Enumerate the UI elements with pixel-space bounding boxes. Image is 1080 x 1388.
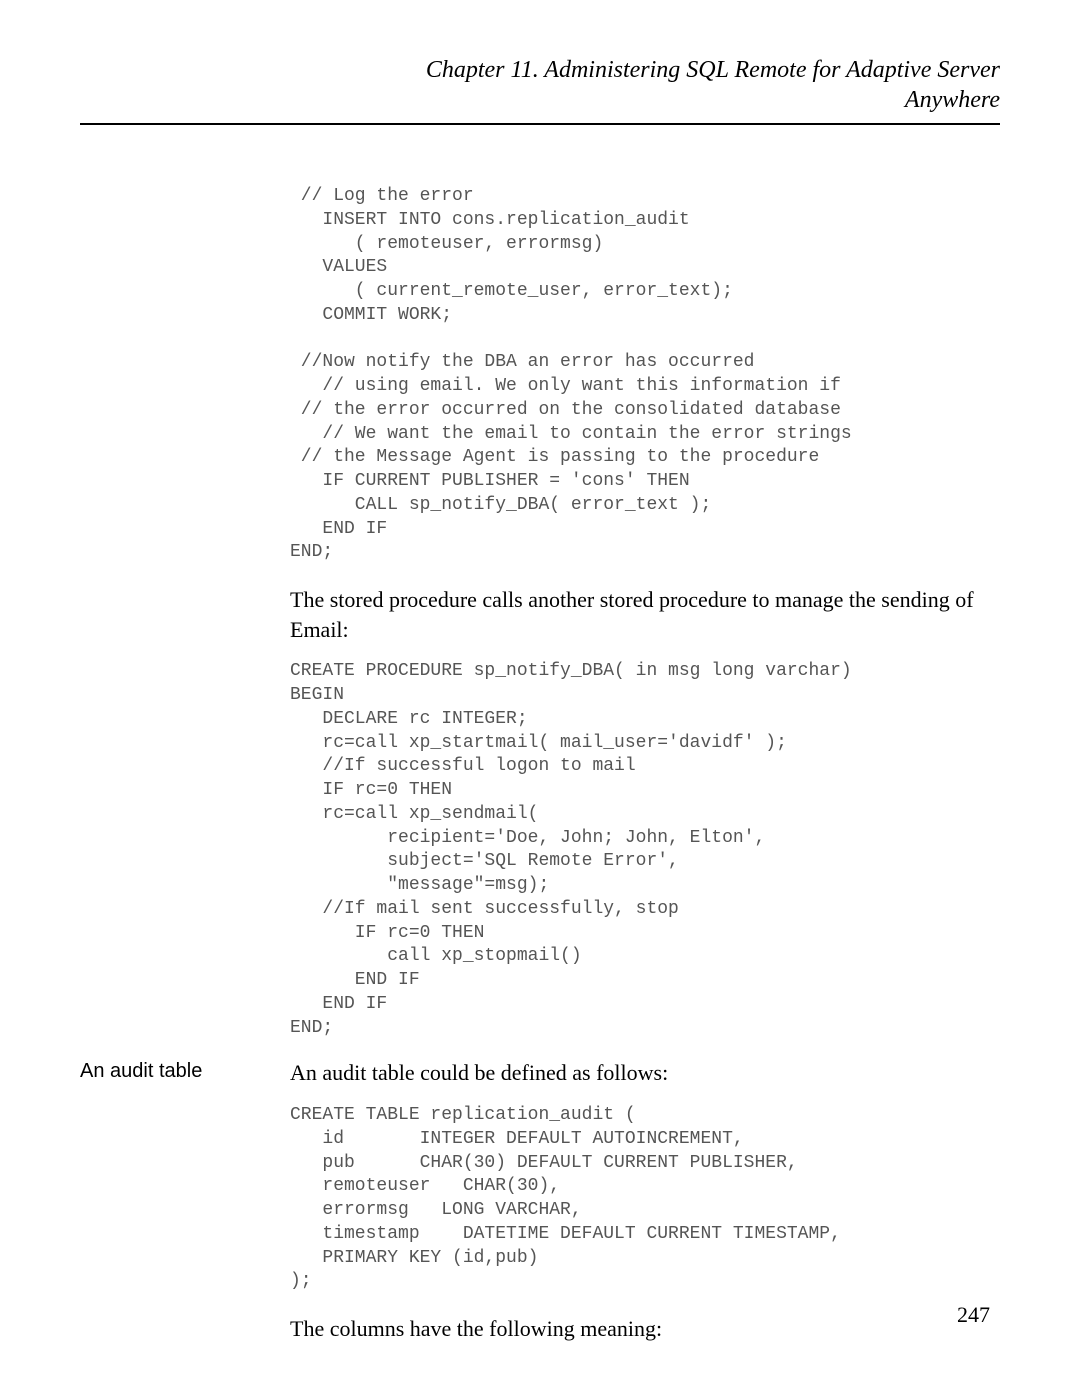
paragraph-3: The columns have the following meaning: — [290, 1314, 990, 1344]
page-number: 247 — [957, 1302, 990, 1328]
code-block-1: // Log the error INSERT INTO cons.replic… — [290, 185, 990, 565]
code-block-3: CREATE TABLE replication_audit ( id INTE… — [290, 1104, 990, 1294]
header-line-2: Anywhere — [905, 87, 1000, 113]
running-header: Chapter 11. Administering SQL Remote for… — [80, 55, 1000, 115]
header-line-1: Chapter 11. Administering SQL Remote for… — [426, 57, 1000, 83]
audit-body: An audit table could be defined as follo… — [290, 1058, 990, 1359]
page: Chapter 11. Administering SQL Remote for… — [0, 0, 1080, 1388]
header-rule — [80, 123, 1000, 125]
audit-section-row: An audit table An audit table could be d… — [80, 1058, 1000, 1359]
paragraph-1: The stored procedure calls another store… — [290, 585, 990, 644]
sidebar-label-audit: An audit table — [80, 1058, 290, 1083]
body-column: // Log the error INSERT INTO cons.replic… — [290, 185, 990, 1040]
content-area: // Log the error INSERT INTO cons.replic… — [80, 185, 1000, 1360]
code-block-2: CREATE PROCEDURE sp_notify_DBA( in msg l… — [290, 660, 990, 1040]
paragraph-2: An audit table could be defined as follo… — [290, 1058, 990, 1088]
